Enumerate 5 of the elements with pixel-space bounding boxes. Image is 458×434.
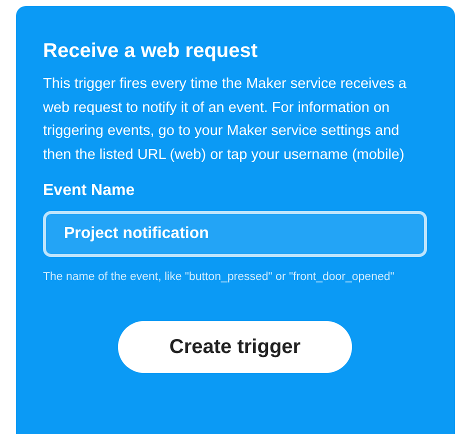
create-trigger-button[interactable]: Create trigger	[118, 321, 352, 373]
description-text: This trigger fires every time the Maker service receives a web request to notify it of an event. For information on triggering events, go to your Maker service settings and then the listed URL (web) or tap your username (mobile)	[43, 75, 408, 164]
help-text: The name of the event, like "button_pressed" or "front_door_opened"	[43, 270, 396, 285]
card-title: Receive a web request	[43, 39, 259, 64]
field-label: Event Name	[43, 181, 136, 201]
